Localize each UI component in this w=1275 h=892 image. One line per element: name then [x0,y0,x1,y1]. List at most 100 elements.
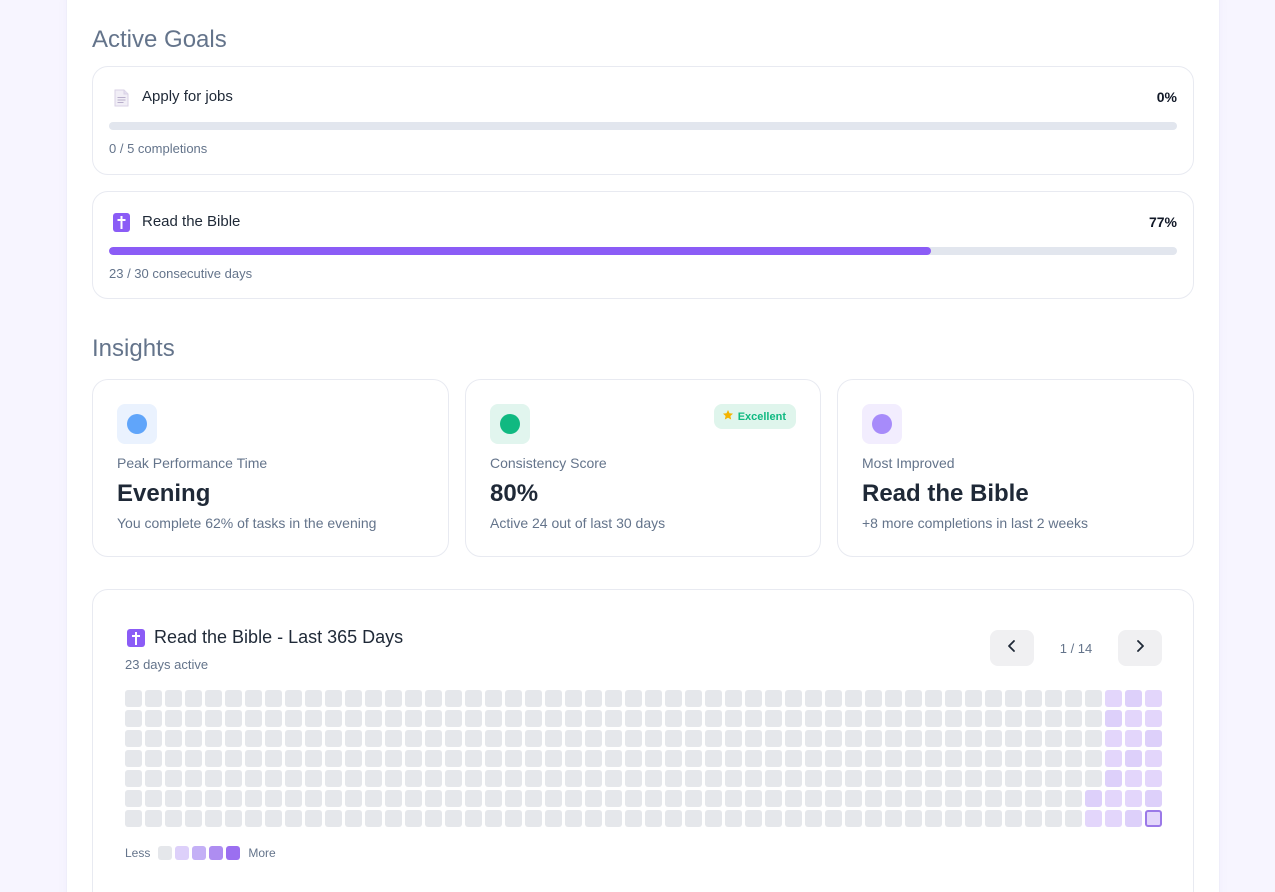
heatmap-day-cell [505,750,522,767]
heatmap-day-cell [245,770,262,787]
heatmap-day-cell [485,770,502,787]
heatmap-day-cell [505,710,522,727]
heatmap-day-cell [285,810,302,827]
heatmap-day-cell [1145,810,1162,827]
heatmap-day-cell [905,730,922,747]
heatmap-day-cell [305,790,322,807]
heatmap-day-cell [765,810,782,827]
heatmap-day-cell [525,770,542,787]
heatmap-day-cell [985,710,1002,727]
heatmap-day-cell [185,810,202,827]
heatmap-day-cell [165,790,182,807]
badge-label: Excellent [737,410,786,423]
heatmap-day-cell [265,770,282,787]
heatmap-day-cell [1125,750,1142,767]
heatmap-day-cell [1085,770,1102,787]
heatmap-day-cell [1005,750,1022,767]
next-page-button[interactable] [1118,630,1162,666]
legend-more-label: More [248,846,276,860]
heatmap-day-cell [465,810,482,827]
heatmap-day-cell [305,710,322,727]
insight-value: 80% [490,480,539,507]
heatmap-day-cell [1065,770,1082,787]
heatmap-day-cell [785,750,802,767]
insight-description: Active 24 out of last 30 days [490,515,666,531]
heatmap-day-cell [785,810,802,827]
heatmap-day-cell [1005,790,1022,807]
heatmap-day-cell [485,790,502,807]
heatmap-day-cell [325,730,342,747]
heatmap-day-cell [905,790,922,807]
heatmap-day-cell [1045,770,1062,787]
heatmap-day-cell [885,810,902,827]
heatmap-day-cell [385,810,402,827]
heatmap-day-cell [685,750,702,767]
heatmap-day-cell [545,770,562,787]
heatmap-day-cell [305,750,322,767]
heatmap-day-cell [905,770,922,787]
heatmap-day-cell [165,750,182,767]
heatmap-day-cell [485,710,502,727]
heatmap-day-cell [325,770,342,787]
heatmap-day-cell [1025,750,1042,767]
heatmap-day-cell [145,790,162,807]
heatmap-day-cell [1085,750,1102,767]
heatmap-day-cell [145,710,162,727]
heatmap-day-cell [505,790,522,807]
heatmap-day-cell [285,750,302,767]
heatmap-day-cell [885,770,902,787]
heatmap-day-cell [185,690,202,707]
heatmap-day-cell [605,750,622,767]
heatmap-day-cell [425,790,442,807]
heatmap-day-cell [1045,790,1062,807]
heatmap-day-cell [1065,710,1082,727]
heatmap-day-cell [465,770,482,787]
heatmap-day-cell [965,690,982,707]
heatmap-day-cell [205,770,222,787]
heatmap-day-cell [345,730,362,747]
page-indicator: 1 / 14 [1059,641,1093,656]
heatmap-day-cell [505,770,522,787]
heatmap-day-cell [1065,690,1082,707]
heatmap-day-cell [325,690,342,707]
goal-subtitle: 0 / 5 completions [109,141,208,156]
heatmap-day-cell [965,810,982,827]
heatmap-day-cell [785,770,802,787]
legend-swatch [192,846,207,860]
goal-card-read-the-bible[interactable]: Read the Bible 77% 23 / 30 consecutive d… [92,191,1194,299]
heatmap-day-cell [525,730,542,747]
heatmap-day-cell [385,730,402,747]
heatmap-day-cell [265,810,282,827]
heatmap-day-cell [585,770,602,787]
heatmap-day-cell [1065,730,1082,747]
heatmap-day-cell [1065,750,1082,767]
heatmap-day-cell [445,690,462,707]
heatmap-day-cell [265,690,282,707]
heatmap-day-cell [665,690,682,707]
heatmap-day-cell [745,690,762,707]
heatmap-day-cell [985,690,1002,707]
insight-card-most-improved: Most Improved Read the Bible +8 more com… [837,379,1194,557]
heatmap-day-cell [945,790,962,807]
heatmap-day-cell [965,730,982,747]
heatmap-day-cell [905,710,922,727]
insight-description: You complete 62% of tasks in the evening [117,515,377,531]
purple-dot-icon [862,404,902,444]
heatmap-day-cell [745,730,762,747]
heatmap-day-cell [145,730,162,747]
heatmap-day-cell [205,750,222,767]
heatmap-day-cell [985,770,1002,787]
heatmap-day-cell [525,810,542,827]
goal-card-apply-for-jobs[interactable]: Apply for jobs 0% 0 / 5 completions [92,66,1194,175]
heatmap-day-cell [805,750,822,767]
heatmap-day-cell [885,710,902,727]
blue-dot-icon [117,404,157,444]
heatmap-day-cell [345,810,362,827]
heatmap-day-cell [1025,790,1042,807]
heatmap-day-cell [905,810,922,827]
heatmap-day-cell [805,810,822,827]
heatmap-day-cell [485,810,502,827]
prev-page-button[interactable] [990,630,1034,666]
heatmap-day-cell [1005,730,1022,747]
heatmap-day-cell [1105,770,1122,787]
